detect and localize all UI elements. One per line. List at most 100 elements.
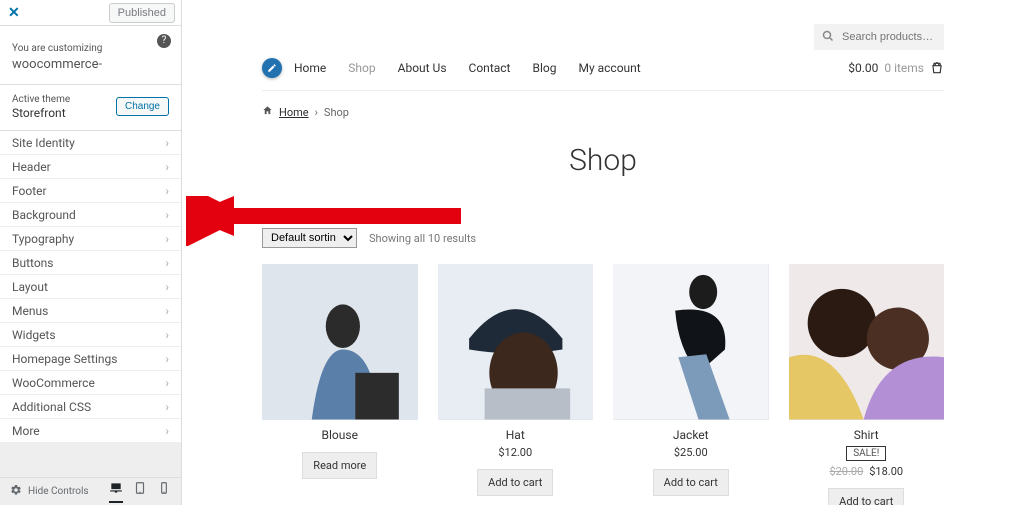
mobile-icon[interactable] (157, 481, 171, 503)
sale-badge: SALE! (846, 446, 886, 461)
chevron-right-icon: › (165, 136, 169, 150)
sort-select[interactable]: Default sorting (262, 228, 357, 248)
product-card-jacket: Jacket $25.00 Add to cart (613, 264, 769, 505)
chevron-right-icon: › (165, 376, 169, 390)
sidebar-item-menus[interactable]: Menus › (0, 299, 181, 323)
sidebar-item-header[interactable]: Header › (0, 155, 181, 179)
sidebar-item-label: Header (12, 160, 51, 174)
sidebar-item-additional-css[interactable]: Additional CSS› (0, 395, 181, 419)
sidebar-footer: Hide Controls (0, 477, 181, 505)
cart-widget[interactable]: $0.00 0 items (848, 61, 944, 75)
active-theme-label: Active theme (12, 93, 70, 106)
sidebar-item-widgets[interactable]: Widgets › (0, 323, 181, 347)
nav-link-shop[interactable]: Shop (348, 61, 375, 75)
product-grid: Blouse Read more Hat $12.00 Add to cart … (262, 264, 944, 505)
price: $18.00 (869, 465, 903, 478)
product-name[interactable]: Hat (438, 428, 594, 442)
nav-link-contact[interactable]: Contact (469, 61, 511, 75)
search-box (814, 24, 944, 50)
sidebar-item-label: Buttons (12, 256, 54, 270)
product-cta-button[interactable]: Add to cart (653, 469, 729, 496)
results-count: Showing all 10 results (369, 232, 476, 245)
sidebar-item-label: Layout (12, 280, 48, 294)
product-image[interactable] (789, 264, 945, 420)
nav-row: Home Shop About Us Contact Blog My account $0… (262, 58, 944, 91)
preview-pane: Home Shop About Us Contact Blog My account $0… (182, 0, 1024, 505)
sidebar-item-label: Typography (12, 232, 74, 246)
sidebar-item-label: Widgets (12, 328, 56, 342)
chevron-right-icon: › (165, 160, 169, 174)
site-name: woocommerce- (12, 57, 169, 72)
chevron-right-icon: › (165, 256, 169, 270)
nav-link-about-us[interactable]: About Us (398, 61, 447, 75)
nav-link-my-account[interactable]: My account (578, 61, 640, 75)
change-theme-button[interactable]: Change (116, 97, 169, 116)
sidebar-item-footer[interactable]: Footer› (0, 179, 181, 203)
sidebar-item-homepage-settings[interactable]: Homepage Settings › (0, 347, 181, 371)
product-cta-button[interactable]: Add to cart (477, 469, 553, 496)
price: $25.00 (613, 446, 769, 459)
sidebar-sections-list: Site Identity›Header›Footer›Background›T… (0, 131, 181, 443)
tablet-icon[interactable] (133, 481, 147, 503)
cart-count: 0 items (884, 61, 924, 75)
store-topbar (262, 0, 944, 58)
chevron-right-icon: › (165, 232, 169, 246)
sidebar-item-label: More (12, 424, 40, 438)
chevron-right-icon: › (165, 424, 169, 438)
nav-link-blog[interactable]: Blog (532, 61, 556, 75)
primary-nav: Home Shop About Us Contact Blog My account (294, 61, 641, 75)
sidebar-item-background[interactable]: Background› (0, 203, 181, 227)
gear-icon[interactable] (10, 484, 22, 499)
cart-icon (930, 61, 944, 75)
sidebar-item-label: Menus (12, 304, 48, 318)
product-cta-button[interactable]: Add to cart (828, 488, 904, 505)
chevron-right-icon: › (165, 352, 169, 366)
old-price: $20.00 (829, 465, 863, 478)
desktop-icon[interactable] (109, 481, 123, 503)
sort-row: Default sorting Showing all 10 results (262, 228, 944, 248)
product-image[interactable] (262, 264, 418, 420)
product-card-shirt: Shirt SALE! $20.00 $18.00 Add to cart (789, 264, 945, 505)
device-icons (109, 481, 171, 503)
product-cta-button[interactable]: Read more (302, 452, 377, 479)
product-name[interactable]: Shirt (789, 428, 945, 442)
sidebar-item-buttons[interactable]: Buttons › (0, 251, 181, 275)
page-title: Shop (262, 143, 944, 178)
sidebar-item-more[interactable]: More › (0, 419, 181, 443)
product-name[interactable]: Blouse (262, 428, 418, 442)
breadcrumb-current: Shop (324, 106, 349, 119)
customizer-sidebar: ✕ Published You are customizing woocomme… (0, 0, 182, 505)
breadcrumb: Home › Shop (262, 91, 944, 133)
sidebar-item-label: Homepage Settings (12, 352, 117, 366)
close-icon[interactable]: ✕ (0, 5, 28, 21)
price: $12.00 (438, 446, 594, 459)
sidebar-item-typography[interactable]: Typography › (0, 227, 181, 251)
sidebar-item-label: Site Identity (12, 136, 75, 150)
product-image[interactable] (438, 264, 594, 420)
sidebar-item-layout[interactable]: Layout › (0, 275, 181, 299)
edit-shortcut-icon[interactable] (262, 58, 282, 78)
customizing-label: You are customizing (12, 43, 102, 54)
cart-price: $0.00 (848, 61, 878, 75)
product-card-hat: Hat $12.00 Add to cart (438, 264, 594, 505)
active-theme-block: Active theme Storefront Change (0, 85, 181, 131)
breadcrumb-separator: › (315, 106, 318, 119)
breadcrumb-home-link[interactable]: Home (279, 106, 309, 119)
home-icon (262, 105, 273, 119)
product-card-blouse: Blouse Read more (262, 264, 418, 505)
sidebar-item-site-identity[interactable]: Site Identity › (0, 131, 181, 155)
chevron-right-icon: › (165, 304, 169, 318)
product-name[interactable]: Jacket (613, 428, 769, 442)
help-icon[interactable]: ? (157, 34, 171, 48)
publish-button[interactable]: Published (109, 3, 175, 23)
chevron-right-icon: › (165, 280, 169, 294)
sidebar-item-woocommerce[interactable]: WooCommerce › (0, 371, 181, 395)
hide-controls-label[interactable]: Hide Controls (28, 486, 89, 497)
chevron-right-icon: › (165, 184, 169, 198)
product-image[interactable] (613, 264, 769, 420)
sidebar-heading: You are customizing woocommerce- ? (0, 26, 181, 85)
nav-link-home[interactable]: Home (294, 61, 326, 75)
sidebar-item-label: WooCommerce (12, 376, 95, 390)
chevron-right-icon: › (165, 328, 169, 342)
chevron-right-icon: › (165, 400, 169, 414)
